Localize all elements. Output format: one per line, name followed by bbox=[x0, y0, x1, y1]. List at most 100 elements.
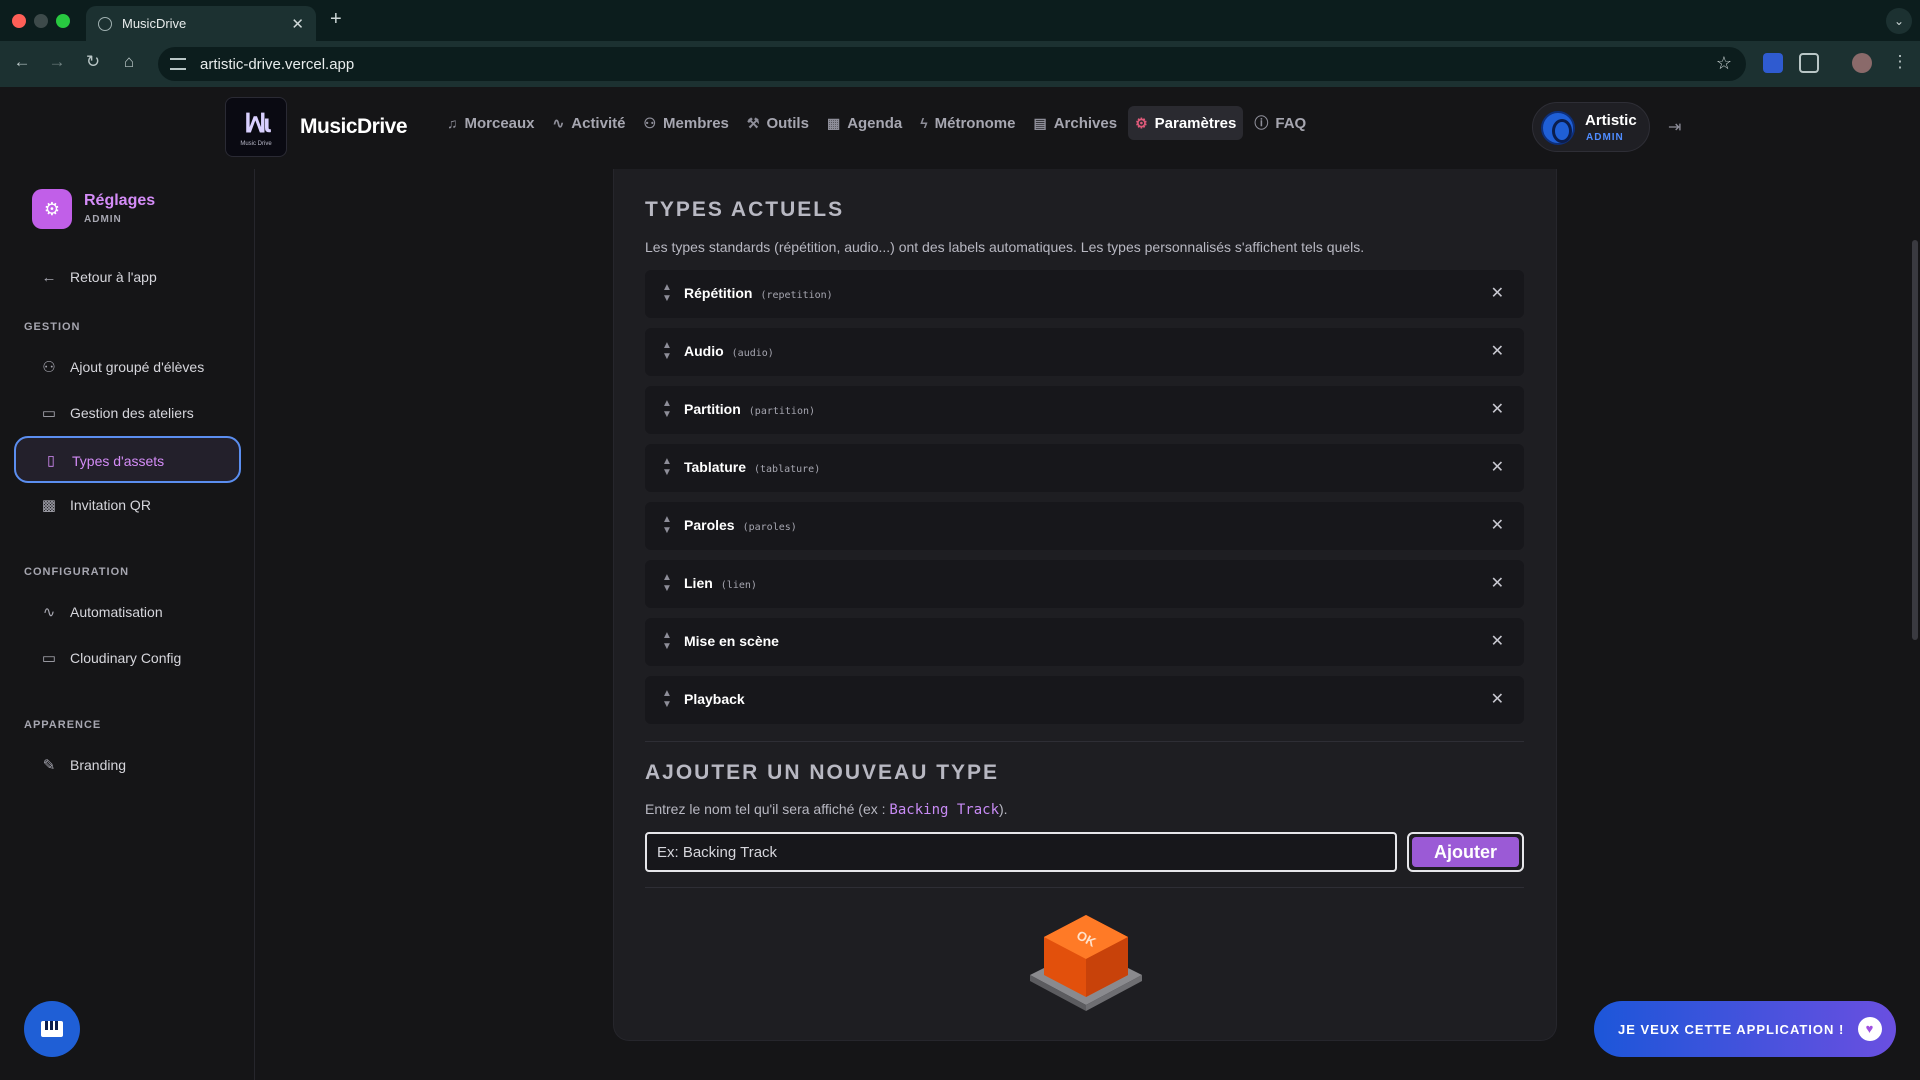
users-icon: ⚇ bbox=[643, 114, 657, 131]
settings-gear-icon: ⚙ bbox=[32, 189, 72, 229]
archive-icon: ▤ bbox=[1033, 114, 1047, 131]
address-bar[interactable]: artistic-drive.vercel.app ☆ bbox=[158, 47, 1746, 81]
user-name: Artistic bbox=[1585, 112, 1637, 129]
ok-key-illustration: OK bbox=[1030, 915, 1142, 1011]
sidebar-item-ateliers[interactable]: ▭ Gestion des ateliers bbox=[38, 394, 194, 432]
logout-icon[interactable]: ⇥ bbox=[1668, 117, 1681, 137]
type-row[interactable]: ▲ ▼ Playback ✕ bbox=[645, 676, 1524, 724]
sidebar-item-cloudinary[interactable]: ▭ Cloudinary Config bbox=[38, 639, 181, 677]
remove-type-icon[interactable]: ✕ bbox=[1491, 457, 1504, 477]
type-row[interactable]: ▲ ▼ Tablature (tablature) ✕ bbox=[645, 444, 1524, 492]
nav-membres[interactable]: ⚇ Membres bbox=[636, 106, 735, 140]
asset-types-card: TYPES ACTUELS Les types standards (répét… bbox=[613, 169, 1557, 1041]
sidebar-title: Réglages bbox=[84, 192, 156, 209]
new-type-input[interactable] bbox=[645, 832, 1397, 872]
sidebar-item-ajout-groupe[interactable]: ⚇ Ajout groupé d'élèves bbox=[38, 348, 204, 386]
extensions-puzzle-icon[interactable] bbox=[1799, 53, 1819, 73]
drag-handle-icon[interactable]: ▲ ▼ bbox=[661, 630, 673, 652]
activity-icon: ∿ bbox=[552, 114, 565, 131]
drag-handle-icon[interactable]: ▲ ▼ bbox=[661, 456, 673, 478]
type-row[interactable]: ▲ ▼ Lien (lien) ✕ bbox=[645, 560, 1524, 608]
calendar-icon: ▦ bbox=[826, 114, 841, 131]
globe-icon bbox=[98, 16, 112, 31]
page-scrollbar[interactable] bbox=[1912, 240, 1918, 640]
remove-type-icon[interactable]: ✕ bbox=[1491, 341, 1504, 361]
help-circle-icon: ⓘ bbox=[1254, 115, 1269, 131]
sidebar-item-types-assets[interactable]: ▯ Types d'assets bbox=[14, 436, 241, 483]
browser-tab[interactable]: MusicDrive ✕ bbox=[86, 6, 316, 41]
logo-caption: Music Drive bbox=[240, 140, 272, 147]
avatar bbox=[1541, 111, 1575, 145]
new-tab-button[interactable]: + bbox=[330, 8, 342, 31]
get-app-button[interactable]: JE VEUX CETTE APPLICATION ! ♥ bbox=[1594, 1001, 1896, 1057]
nav-parametres[interactable]: ⚙ Paramètres bbox=[1128, 106, 1244, 140]
type-row[interactable]: ▲ ▼ Audio (audio) ✕ bbox=[645, 328, 1524, 376]
browser-toolbar: ← → ↻ ⌂ artistic-drive.vercel.app ☆ ⋮ bbox=[0, 41, 1920, 87]
type-row[interactable]: ▲ ▼ Répétition (repetition) ✕ bbox=[645, 270, 1524, 318]
sidebar-subtitle: ADMIN bbox=[84, 214, 122, 225]
sidebar-item-branding[interactable]: ✎ Branding bbox=[38, 746, 126, 784]
nav-agenda[interactable]: ▦ Agenda bbox=[820, 106, 909, 140]
add-type-button[interactable]: Ajouter bbox=[1407, 832, 1524, 872]
close-window-button[interactable] bbox=[12, 14, 26, 28]
remove-type-icon[interactable]: ✕ bbox=[1491, 631, 1504, 651]
current-types-title: TYPES ACTUELS bbox=[645, 198, 845, 221]
minimize-window-button[interactable] bbox=[34, 14, 48, 28]
nav-faq[interactable]: ⓘ FAQ bbox=[1247, 106, 1313, 140]
app-logo[interactable]: ꟽɩ Music Drive bbox=[225, 97, 287, 157]
sidebar-item-invitation-qr[interactable]: ▩ Invitation QR bbox=[38, 486, 151, 524]
back-arrow-icon[interactable]: ← bbox=[11, 52, 33, 72]
url-text: artistic-drive.vercel.app bbox=[200, 55, 355, 73]
section-gestion: GESTION bbox=[24, 321, 81, 333]
section-divider bbox=[645, 887, 1524, 888]
piano-icon bbox=[41, 1021, 63, 1037]
drag-handle-icon[interactable]: ▲ ▼ bbox=[661, 572, 673, 594]
piano-button[interactable] bbox=[24, 1001, 80, 1057]
profile-avatar-icon[interactable] bbox=[1852, 53, 1872, 73]
remove-type-icon[interactable]: ✕ bbox=[1491, 573, 1504, 593]
activity-icon: ∿ bbox=[42, 604, 56, 621]
reload-icon[interactable]: ↻ bbox=[82, 52, 104, 72]
remove-type-icon[interactable]: ✕ bbox=[1491, 689, 1504, 709]
nav-metronome[interactable]: ϟ Métronome bbox=[913, 106, 1022, 140]
home-icon[interactable]: ⌂ bbox=[118, 52, 140, 72]
maximize-window-button[interactable] bbox=[56, 14, 70, 28]
remove-type-icon[interactable]: ✕ bbox=[1491, 283, 1504, 303]
drag-handle-icon[interactable]: ▲ ▼ bbox=[661, 340, 673, 362]
forward-arrow-icon[interactable]: → bbox=[46, 52, 68, 72]
logo-mark: ꟽɩ bbox=[244, 107, 271, 138]
bookmark-star-icon[interactable]: ☆ bbox=[1716, 53, 1732, 74]
current-types-hint: Les types standards (répétition, audio..… bbox=[645, 239, 1365, 255]
main-nav: ♫ Morceaux ∿ Activité ⚇ Membres ⚒ Outils ▦ Ag… bbox=[440, 106, 1313, 140]
type-row[interactable]: ▲ ▼ Paroles (paroles) ✕ bbox=[645, 502, 1524, 550]
user-menu[interactable]: Artistic ADMIN bbox=[1532, 102, 1650, 152]
settings-sidebar: ⚙ Réglages ADMIN ← Retour à l'app GESTION… bbox=[0, 169, 255, 1080]
extension-shield-icon[interactable] bbox=[1763, 53, 1783, 73]
folder-icon: ▭ bbox=[41, 405, 57, 422]
nav-archives[interactable]: ▤ Archives bbox=[1026, 106, 1124, 140]
back-to-app-link[interactable]: ← Retour à l'app bbox=[38, 258, 157, 296]
site-settings-icon[interactable] bbox=[170, 58, 186, 70]
drag-handle-icon[interactable]: ▲ ▼ bbox=[661, 398, 673, 420]
remove-type-icon[interactable]: ✕ bbox=[1491, 515, 1504, 535]
tab-search-icon[interactable]: ⌄ bbox=[1886, 8, 1912, 34]
heart-icon: ♥ bbox=[1858, 1017, 1882, 1041]
type-row[interactable]: ▲ ▼ Mise en scène ✕ bbox=[645, 618, 1524, 666]
nav-outils[interactable]: ⚒ Outils bbox=[740, 106, 816, 140]
type-row[interactable]: ▲ ▼ Partition (partition) ✕ bbox=[645, 386, 1524, 434]
hard-drive-icon: ▭ bbox=[41, 650, 57, 667]
sidebar-item-automatisation[interactable]: ∿ Automatisation bbox=[38, 593, 163, 631]
section-configuration: CONFIGURATION bbox=[24, 566, 130, 578]
nav-morceaux[interactable]: ♫ Morceaux bbox=[440, 106, 542, 140]
tab-title: MusicDrive bbox=[122, 16, 187, 31]
drag-handle-icon[interactable]: ▲ ▼ bbox=[661, 282, 673, 304]
drag-handle-icon[interactable]: ▲ ▼ bbox=[661, 688, 673, 710]
tab-close-icon[interactable]: ✕ bbox=[291, 15, 304, 33]
file-icon: ▯ bbox=[47, 452, 55, 468]
brand-name[interactable]: MusicDrive bbox=[300, 115, 408, 139]
drag-handle-icon[interactable]: ▲ ▼ bbox=[661, 514, 673, 536]
music-note-icon: ♫ bbox=[447, 115, 458, 131]
nav-activite[interactable]: ∿ Activité bbox=[546, 106, 633, 140]
remove-type-icon[interactable]: ✕ bbox=[1491, 399, 1504, 419]
browser-menu-icon[interactable]: ⋮ bbox=[1889, 52, 1911, 72]
